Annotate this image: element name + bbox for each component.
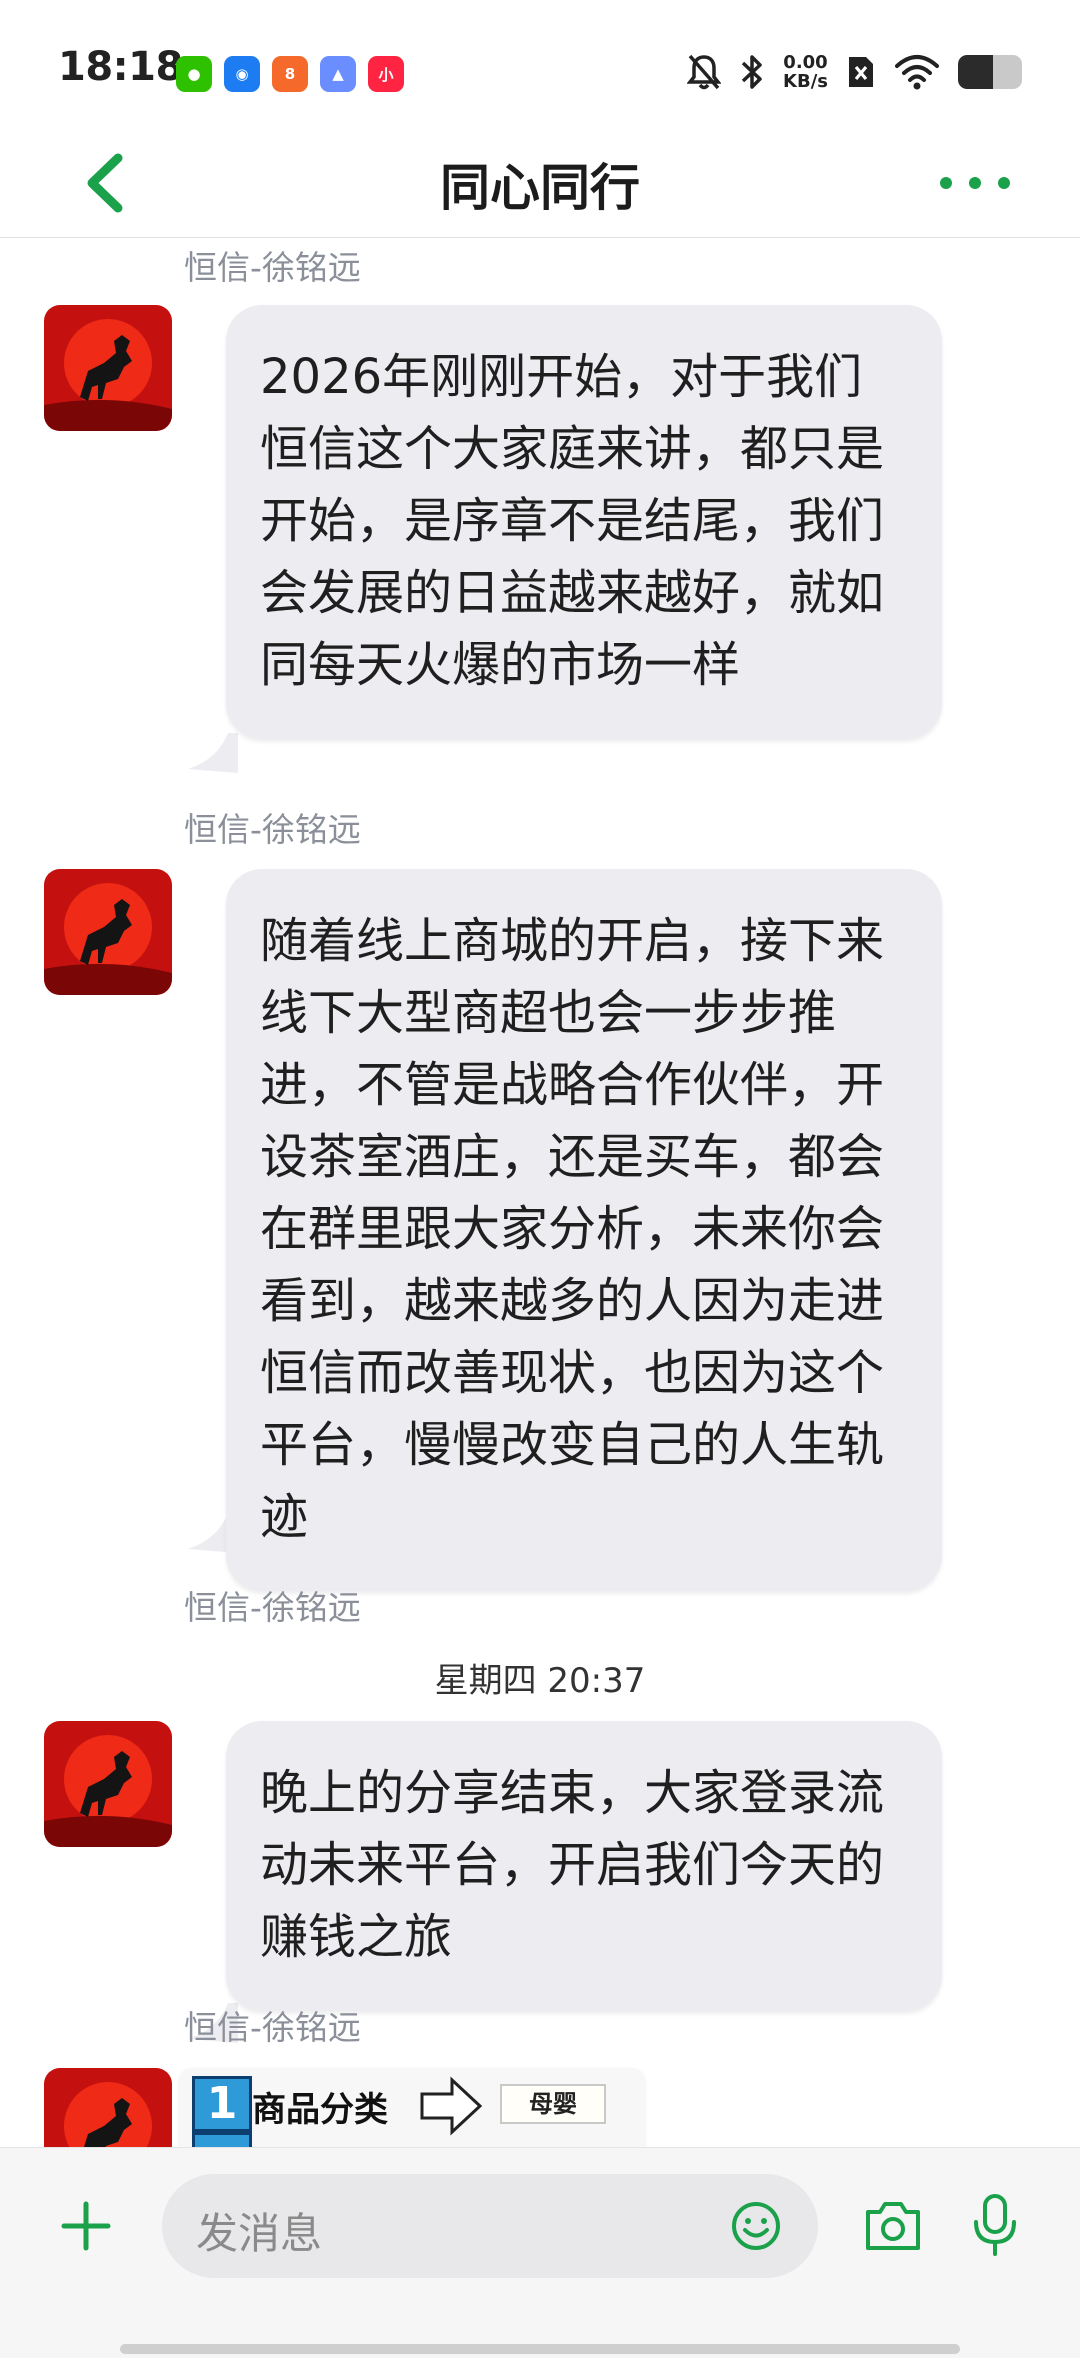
more-options-button[interactable] xyxy=(940,168,1010,198)
microphone-button[interactable] xyxy=(970,2192,1020,2258)
camera-button[interactable] xyxy=(862,2194,924,2256)
chat-title: 同心同行 xyxy=(440,159,640,217)
gallery-icon: ▲ xyxy=(320,56,356,92)
system-icons: 0.00 KB/s xyxy=(687,52,1022,92)
chat-screen: 18:18 ● ◉ 8 ▲ 小 0.00 KB/s 同心同行 恒信-徐铭远 20… xyxy=(0,0,1080,2358)
arrow-right-icon xyxy=(420,2076,483,2136)
message-timestamp: 星期四 20:37 xyxy=(434,1661,646,1701)
sender-name: 恒信-徐铭远 xyxy=(184,1588,361,1627)
image-message[interactable]: 1 商品分类 母婴 xyxy=(180,2068,644,2147)
emoji-button[interactable] xyxy=(730,2200,782,2252)
plus-button[interactable] xyxy=(58,2198,114,2254)
step-number-next xyxy=(192,2132,252,2147)
horse-avatar-icon xyxy=(44,2068,172,2147)
avatar[interactable] xyxy=(44,1721,172,1847)
no-sim-icon xyxy=(849,57,873,87)
avatar[interactable] xyxy=(44,869,172,995)
horse-avatar-icon xyxy=(44,1721,172,1847)
category-tag: 母婴 xyxy=(500,2084,606,2124)
battery-icon xyxy=(958,55,1022,89)
step-number: 1 xyxy=(192,2076,252,2132)
message-placeholder: 发消息 xyxy=(196,2209,323,2258)
message-bubble[interactable]: 2026年刚刚开始，对于我们恒信这个大家庭来讲，都只是开始，是序章不是结尾，我们… xyxy=(226,305,942,739)
battery-level xyxy=(958,55,994,89)
message-bubble[interactable]: 晚上的分享结束，大家登录流动未来平台，开启我们今天的赚钱之旅 xyxy=(226,1721,942,2011)
horse-avatar-icon xyxy=(44,869,172,995)
sender-name: 恒信-徐铭远 xyxy=(184,810,361,849)
net-speed: 0.00 KB/s xyxy=(783,52,828,92)
xiaohongshu-icon: 小 xyxy=(368,56,404,92)
chat-history[interactable]: 恒信-徐铭远 2026年刚刚开始，对于我们恒信这个大家庭来讲，都只是开始，是序章… xyxy=(0,239,1080,2147)
sender-name: 恒信-徐铭远 xyxy=(184,248,361,287)
more-dot-icon xyxy=(940,177,952,189)
message-bubble[interactable]: 随着线上商城的开启，接下来线下大型商超也会一步步推进，不管是战略合作伙伴，开设茶… xyxy=(226,869,942,1591)
category-label: 商品分类 xyxy=(252,2090,388,2130)
wifi-icon xyxy=(895,55,939,90)
nav-bar: 同心同行 xyxy=(0,130,1080,238)
wechat-icon: ● xyxy=(176,56,212,92)
input-bar: 发消息 xyxy=(0,2147,1080,2358)
bubble-tail xyxy=(188,733,238,773)
notification-app-icons: ● ◉ 8 ▲ 小 xyxy=(176,56,404,92)
home-indicator[interactable] xyxy=(120,2344,960,2354)
mute-icon xyxy=(687,54,722,90)
message-input[interactable]: 发消息 xyxy=(162,2174,818,2278)
status-bar: 18:18 ● ◉ 8 ▲ 小 0.00 KB/s xyxy=(0,0,1080,130)
browser-icon: ◉ xyxy=(224,56,260,92)
app-88-icon: 8 xyxy=(272,56,308,92)
bluetooth-icon xyxy=(741,55,762,89)
avatar[interactable] xyxy=(44,2068,172,2147)
sender-name: 恒信-徐铭远 xyxy=(184,2008,361,2047)
more-dot-icon xyxy=(969,177,981,189)
more-dot-icon xyxy=(998,177,1010,189)
avatar[interactable] xyxy=(44,305,172,431)
horse-avatar-icon xyxy=(44,305,172,431)
status-time: 18:18 xyxy=(58,44,183,90)
